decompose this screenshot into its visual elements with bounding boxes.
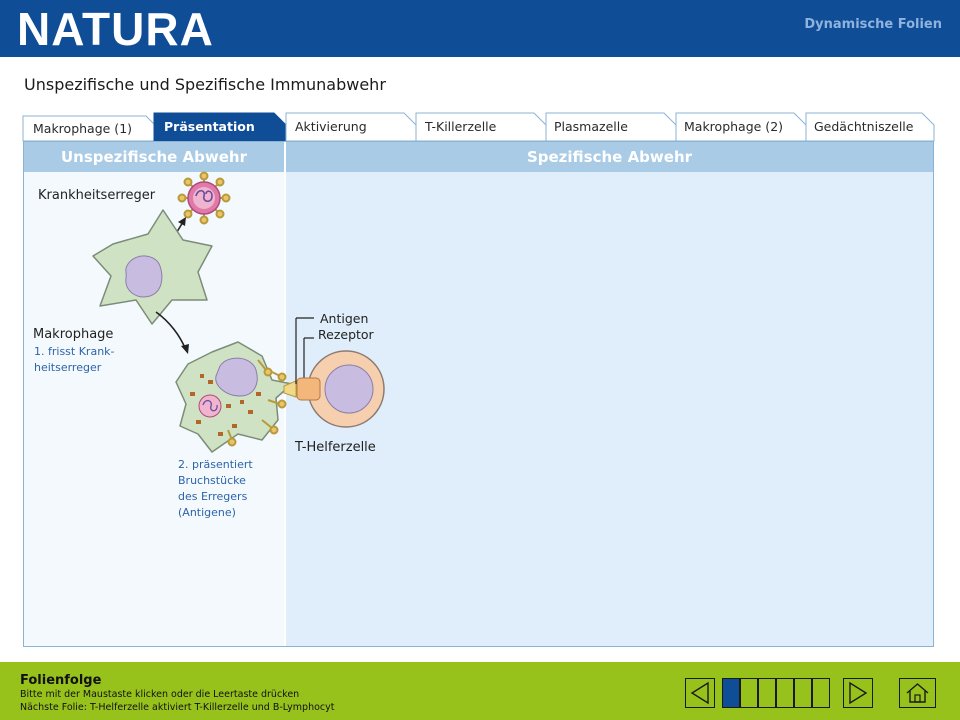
step-1-line-2: heitserreger bbox=[34, 361, 102, 374]
step-2-line-4: (Antigene) bbox=[178, 506, 236, 519]
step-1-note: 1. frisst Krank- heitserreger bbox=[34, 344, 115, 376]
progress-slide-1[interactable] bbox=[722, 678, 740, 708]
progress-slide-5[interactable] bbox=[794, 678, 812, 708]
home-icon bbox=[906, 683, 929, 703]
presenting-macrophage-cell bbox=[175, 341, 297, 453]
home-button[interactable] bbox=[899, 678, 936, 708]
prev-slide-button[interactable] bbox=[685, 678, 715, 708]
footer-instruction: Bitte mit der Maustaste klicken oder die… bbox=[20, 689, 300, 700]
progress-slide-6[interactable] bbox=[812, 678, 830, 708]
receptor-label: Rezeptor bbox=[318, 327, 374, 342]
macrophage-label: Makrophage bbox=[33, 327, 114, 342]
triangle-left-icon bbox=[690, 681, 709, 705]
triangle-right-icon bbox=[849, 681, 868, 705]
t-helper-label: T-Helferzelle bbox=[295, 440, 376, 455]
step-2-line-3: des Erregers bbox=[178, 490, 248, 503]
pathogen-label: Krankheitserreger bbox=[38, 188, 156, 203]
next-slide-button[interactable] bbox=[843, 678, 873, 708]
step-2-line-2: Bruchstücke bbox=[178, 474, 246, 487]
t-helper-cell bbox=[296, 350, 385, 428]
macrophage-cell bbox=[92, 209, 213, 325]
step-2-note: 2. präsentiert Bruchstücke des Erregers … bbox=[178, 457, 253, 521]
footer-title: Folienfolge bbox=[20, 673, 102, 688]
antigen-label: Antigen bbox=[320, 311, 369, 326]
footer-next-slide: Nächste Folie: T-Helferzelle aktiviert T… bbox=[20, 702, 335, 713]
progress-slide-4[interactable] bbox=[776, 678, 794, 708]
arrow-down-icon bbox=[155, 311, 189, 354]
pathogen-icon bbox=[177, 171, 231, 225]
step-2-line-1: 2. präsentiert bbox=[178, 458, 253, 471]
progress-slide-3[interactable] bbox=[758, 678, 776, 708]
footer-bar: Folienfolge Bitte mit der Maustaste klic… bbox=[0, 662, 960, 720]
progress-slide-2[interactable] bbox=[740, 678, 758, 708]
immune-diagram bbox=[92, 171, 385, 453]
step-1-line-1: 1. frisst Krank- bbox=[34, 345, 115, 358]
